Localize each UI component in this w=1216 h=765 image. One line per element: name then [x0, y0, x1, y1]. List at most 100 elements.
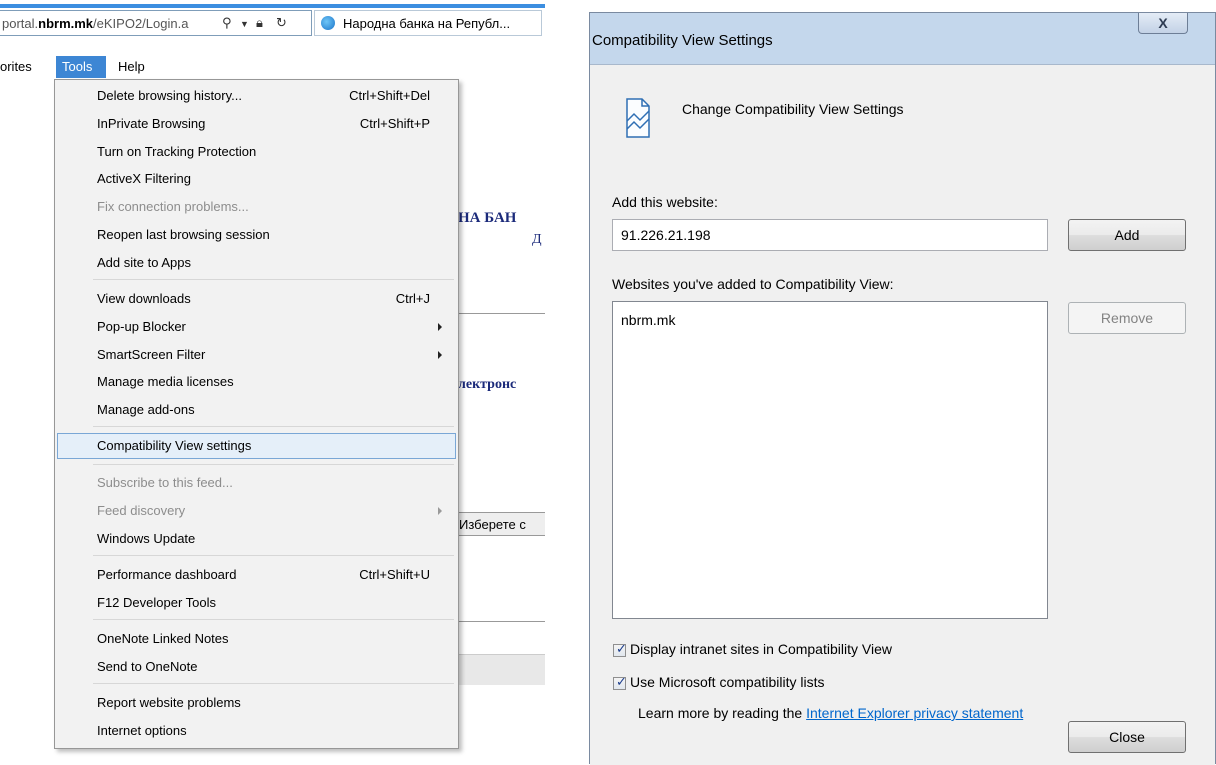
search-icon[interactable]: ⚲ — [222, 15, 232, 31]
menu-item-windows-update[interactable]: Windows Update — [57, 526, 456, 552]
ie-logo-icon — [321, 16, 335, 30]
menu-item-label: Delete browsing history... — [97, 88, 242, 103]
menu-item-label: F12 Developer Tools — [97, 595, 216, 610]
dialog-heading: Change Compatibility View Settings — [682, 101, 904, 117]
menu-item-label: Internet options — [97, 723, 187, 738]
menu-item-smartscreen-filter[interactable]: SmartScreen Filter — [57, 342, 456, 368]
menu-item-media-licenses[interactable]: Manage media licenses — [57, 369, 456, 395]
menu-item-add-site-to-apps[interactable]: Add site to Apps — [57, 250, 456, 276]
menu-item-fix-connection: Fix connection problems... — [57, 194, 456, 220]
menu-item-inprivate-browsing[interactable]: InPrivate Browsing Ctrl+Shift+P — [57, 111, 456, 137]
dropdown-arrow-icon[interactable]: ▼ — [240, 19, 249, 29]
menu-item-label: Fix connection problems... — [97, 199, 249, 214]
menu-item-manage-addons[interactable]: Manage add-ons — [57, 397, 456, 423]
menu-item-label: Send to OneNote — [97, 659, 198, 674]
checkmark-icon: ✓ — [616, 641, 627, 656]
refresh-icon[interactable]: ↻ — [276, 15, 287, 31]
compatibility-view-dialog: Compatibility View Settings X Change Com… — [589, 12, 1216, 765]
menu-item-send-to-onenote[interactable]: Send to OneNote — [57, 654, 456, 680]
menu-item-label: OneNote Linked Notes — [97, 631, 229, 646]
menu-separator — [93, 426, 454, 427]
menu-item-label: ActiveX Filtering — [97, 171, 191, 186]
menu-separator — [93, 464, 454, 465]
menu-item-shortcut: Ctrl+Shift+U — [359, 567, 430, 582]
remove-button: Remove — [1068, 302, 1186, 334]
menu-item-shortcut: Ctrl+Shift+P — [359, 116, 430, 131]
menu-item-feed-discovery: Feed discovery — [57, 498, 456, 524]
add-website-input[interactable] — [612, 219, 1048, 251]
menu-item-label: Manage media licenses — [97, 374, 234, 389]
menu-bar: orites Tools Help — [0, 56, 545, 78]
menu-item-onenote-linked-notes[interactable]: OneNote Linked Notes — [57, 626, 456, 652]
websites-list-label: Websites you've added to Compatibility V… — [612, 276, 894, 292]
menu-item-activex-filtering[interactable]: ActiveX Filtering — [57, 166, 456, 192]
menu-item-internet-options[interactable]: Internet options — [57, 718, 456, 744]
tab-title: Народна банка на Републ... — [343, 16, 511, 31]
submenu-arrow-icon — [438, 351, 442, 359]
menu-item-subscribe-feed: Subscribe to this feed... — [57, 470, 456, 496]
menu-item-label: Windows Update — [97, 531, 196, 546]
menu-item-delete-browsing-history[interactable]: Delete browsing history... Ctrl+Shift+De… — [57, 83, 456, 109]
compatibility-view-icon — [626, 98, 650, 138]
learn-more-text: Learn more by reading the Internet Explo… — [638, 705, 1023, 721]
page-subheading-fragment: лектронс — [458, 377, 517, 392]
menu-item-label: Report website problems — [97, 695, 241, 710]
add-website-label: Add this website: — [612, 194, 718, 210]
menu-item-shortcut: Ctrl+J — [395, 291, 430, 306]
address-prefix: portal. — [2, 16, 39, 31]
address-path: /eKIPO2/Login.a — [93, 16, 189, 31]
page-divider — [458, 313, 545, 314]
menu-help[interactable]: Help — [118, 59, 145, 74]
menu-favorites[interactable]: orites — [0, 59, 32, 74]
dialog-title: Compatibility View Settings — [592, 32, 773, 49]
menu-item-view-downloads[interactable]: View downloads Ctrl+J — [57, 286, 456, 312]
menu-item-reopen-session[interactable]: Reopen last browsing session — [57, 222, 456, 248]
address-text[interactable]: portal.nbrm.mk/eKIPO2/Login.a — [2, 16, 188, 31]
menu-item-shortcut: Ctrl+Shift+Del — [349, 88, 430, 103]
menu-item-label: Manage add-ons — [97, 402, 195, 417]
submenu-arrow-icon — [438, 323, 442, 331]
menu-item-label: Subscribe to this feed... — [97, 475, 233, 490]
menu-item-label: Turn on Tracking Protection — [97, 144, 257, 159]
list-item[interactable]: nbrm.mk — [621, 312, 675, 328]
menu-item-label: Pop-up Blocker — [97, 319, 186, 334]
page-link-fragment[interactable]: Д — [532, 232, 542, 248]
intranet-checkbox-label[interactable]: Display intranet sites in Compatibility … — [630, 641, 892, 657]
menu-separator — [93, 279, 454, 280]
privacy-statement-link[interactable]: Internet Explorer privacy statement — [806, 705, 1023, 721]
menu-item-f12-developer-tools[interactable]: F12 Developer Tools — [57, 590, 456, 616]
page-heading-fragment: НА БАН — [458, 210, 517, 226]
intranet-checkbox[interactable]: ✓ — [613, 641, 627, 657]
menu-item-label: InPrivate Browsing — [97, 116, 206, 131]
checkmark-icon: ✓ — [616, 674, 627, 689]
menu-item-label: Performance dashboard — [97, 567, 237, 582]
address-bar[interactable]: portal.nbrm.mk/eKIPO2/Login.a ⚲ ▼ 🔒︎ ↻ — [0, 10, 312, 36]
page-footer — [458, 654, 545, 685]
menu-item-label: Add site to Apps — [97, 255, 191, 270]
add-button[interactable]: Add — [1068, 219, 1186, 251]
menu-tools[interactable]: Tools — [56, 56, 106, 78]
close-icon[interactable]: X — [1138, 13, 1188, 34]
menu-item-performance-dashboard[interactable]: Performance dashboard Ctrl+Shift+U — [57, 562, 456, 588]
menu-item-label: Reopen last browsing session — [97, 227, 270, 242]
menu-item-popup-blocker[interactable]: Pop-up Blocker — [57, 314, 456, 340]
menu-item-report-website-problems[interactable]: Report website problems — [57, 690, 456, 716]
submenu-arrow-icon — [438, 507, 442, 515]
menu-item-label: Feed discovery — [97, 503, 186, 518]
browser-tab[interactable]: Народна банка на Републ... — [314, 10, 542, 36]
lock-icon[interactable]: 🔒︎ — [256, 15, 263, 31]
ms-lists-checkbox[interactable]: ✓ — [613, 674, 627, 690]
address-domain: nbrm.mk — [38, 16, 94, 31]
menu-separator — [93, 683, 454, 684]
websites-listbox[interactable]: nbrm.mk — [612, 301, 1048, 619]
dialog-body: Change Compatibility View Settings Add t… — [590, 64, 1215, 765]
learn-more-prefix: Learn more by reading the — [638, 705, 803, 721]
close-button[interactable]: Close — [1068, 721, 1186, 753]
menu-item-tracking-protection[interactable]: Turn on Tracking Protection — [57, 139, 456, 165]
menu-item-compatibility-view-settings[interactable]: Compatibility View settings — [57, 433, 456, 459]
ms-lists-checkbox-label[interactable]: Use Microsoft compatibility lists — [630, 674, 825, 690]
tools-menu: Delete browsing history... Ctrl+Shift+De… — [54, 79, 459, 749]
menu-separator — [93, 619, 454, 620]
browser-window: portal.nbrm.mk/eKIPO2/Login.a ⚲ ▼ 🔒︎ ↻ Н… — [0, 0, 545, 764]
page-select[interactable]: Изберете с — [452, 512, 545, 536]
